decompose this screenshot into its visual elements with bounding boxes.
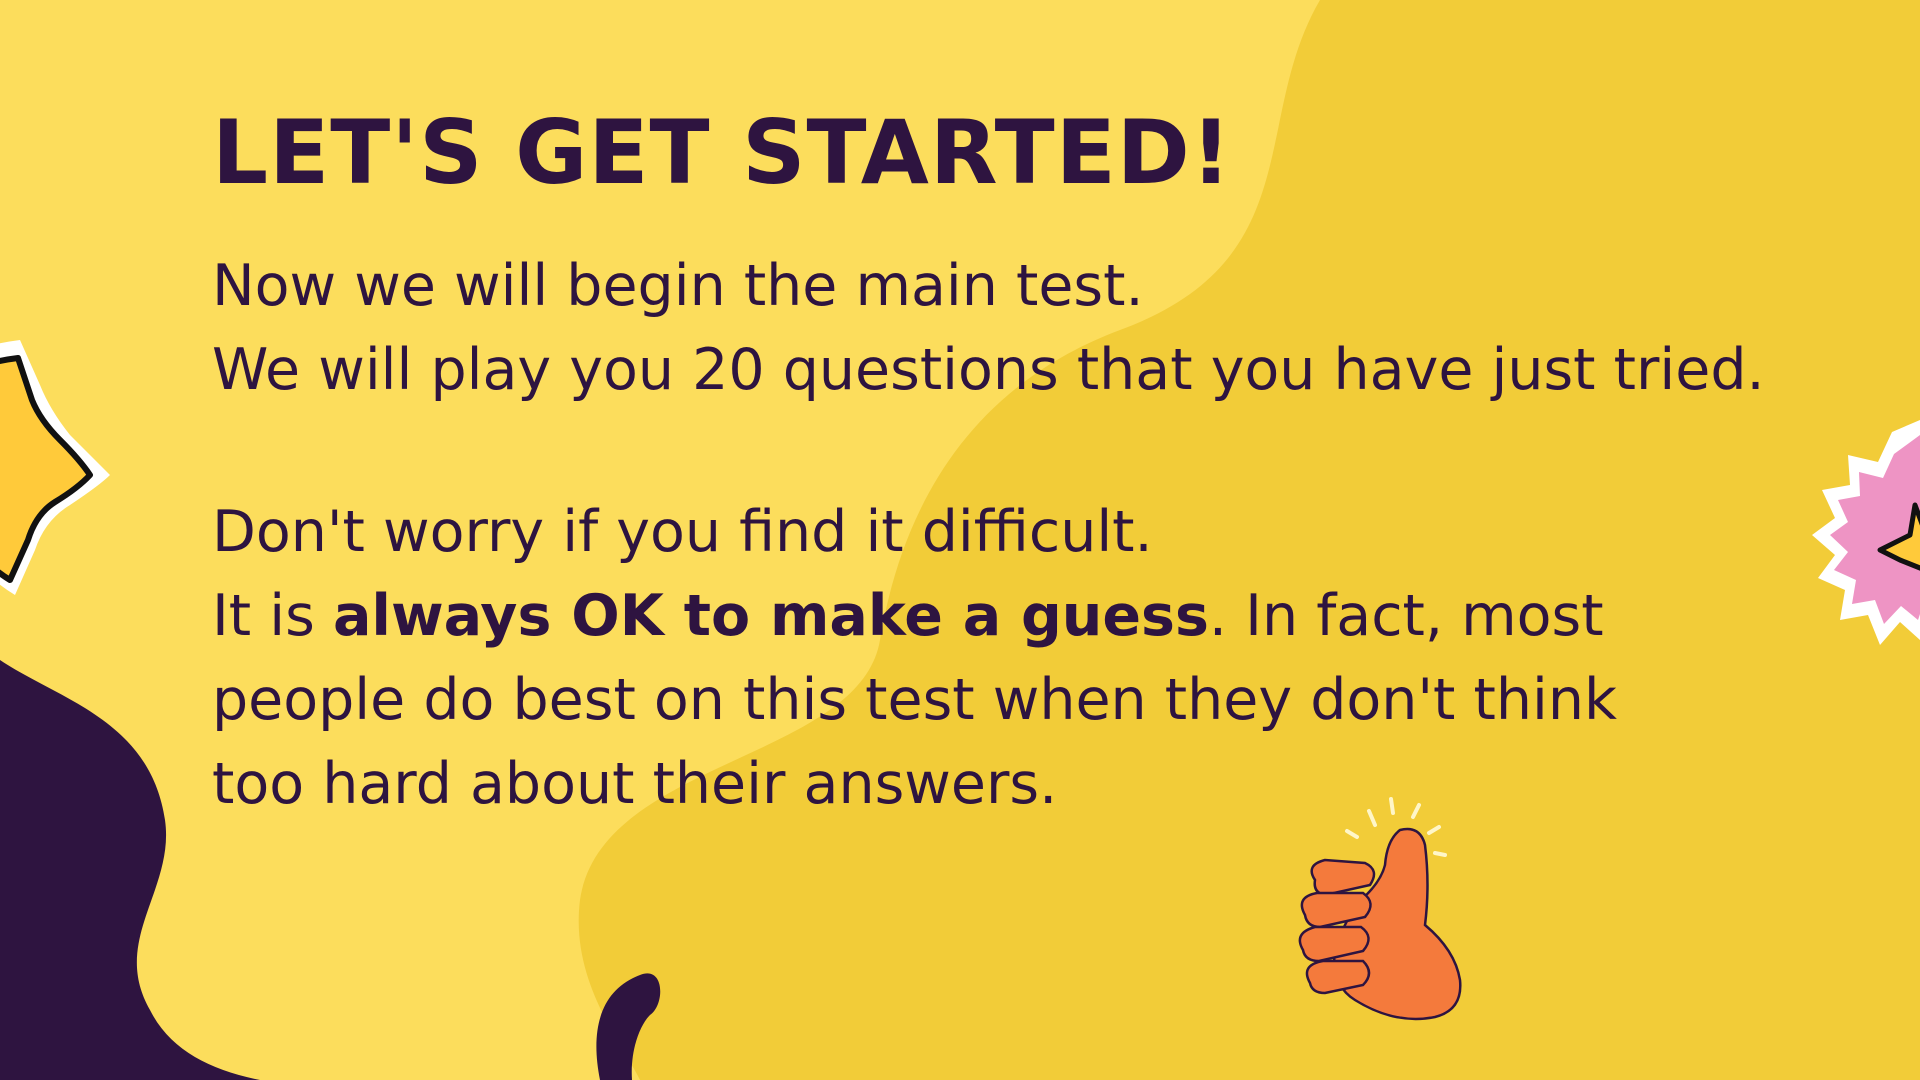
star-badge-icon (1812, 420, 1920, 645)
worry-line: Don't worry if you find it difficult. (212, 498, 1153, 565)
intro-line-2: We will play you 20 questions that you h… (212, 336, 1765, 403)
slide-title: LET'S GET STARTED! (212, 101, 1232, 204)
guess-line-2: people do best on this test when they do… (212, 666, 1617, 733)
guess-suffix: . In fact, most (1208, 582, 1604, 649)
guess-prefix: It is (212, 582, 333, 649)
guess-emphasis: always OK to make a guess (332, 582, 1209, 649)
star-icon (0, 340, 110, 595)
intro-paragraph: Now we will begin the main test. We will… (212, 244, 1765, 412)
intro-line-1: Now we will begin the main test. (212, 252, 1144, 319)
slide-content: LET'S GET STARTED! Now we will begin the… (212, 100, 1772, 826)
slide: LET'S GET STARTED! Now we will begin the… (0, 0, 1920, 1080)
guess-paragraph: Don't worry if you find it difficult. It… (212, 490, 1732, 826)
slide-body: Now we will begin the main test. We will… (212, 244, 1765, 826)
guess-line-3: too hard about their answers. (212, 750, 1058, 817)
guess-line-1: It is always OK to make a guess. In fact… (212, 574, 1732, 658)
